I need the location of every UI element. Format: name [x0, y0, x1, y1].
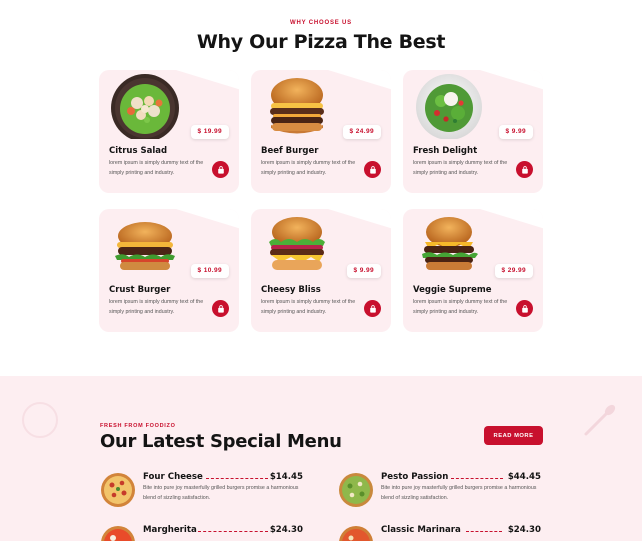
menu-item-pesto-passion[interactable]: Pesto Passion $44.45 Bite into pure joy …	[338, 472, 543, 512]
card-title[interactable]: Fresh Delight	[413, 146, 477, 156]
shopping-bag-icon	[369, 165, 376, 174]
menu-item-description: Bite into pure joy masterfully grilled b…	[143, 485, 299, 501]
menu-item-price: $24.30	[507, 525, 541, 535]
shopping-bag-icon	[217, 165, 224, 174]
menu-item-description: Bite into pure joy masterfully grilled b…	[381, 485, 537, 501]
menu-item-four-cheese[interactable]: Four Cheese $14.45 Bite into pure joy ma…	[100, 472, 305, 512]
dotted-leader	[206, 478, 268, 479]
shopping-bag-icon	[521, 165, 528, 174]
price-badge: $ 10.99	[190, 264, 229, 278]
menu-item-name: Four Cheese	[143, 472, 203, 482]
card-title[interactable]: Cheesy Bliss	[261, 285, 321, 295]
price-badge: $ 9.99	[346, 264, 381, 278]
product-card-citrus-salad[interactable]: $ 19.99 Citrus Salad lorem ipsum is simp…	[99, 70, 239, 193]
menu-item-price: $44.45	[507, 472, 541, 482]
card-description: lorem ipsum is simply dummy text of the …	[413, 160, 508, 176]
product-card-cheesy-bliss[interactable]: $ 9.99 Cheesy Bliss lorem ipsum is simpl…	[251, 209, 391, 332]
pizza-icon	[339, 473, 373, 507]
card-description: lorem ipsum is simply dummy text of the …	[109, 160, 204, 176]
eyebrow-fresh: FRESH FROM FOODIZO	[100, 423, 176, 429]
menu-item-name: Classic Marinara	[381, 525, 461, 535]
dotted-leader	[466, 531, 502, 532]
pizza-icon	[101, 526, 135, 541]
card-title[interactable]: Crust Burger	[109, 285, 170, 295]
eyebrow-why-choose: WHY CHOOSE US	[290, 20, 352, 26]
card-description: lorem ipsum is simply dummy text of the …	[109, 299, 204, 315]
burger-icon	[115, 222, 175, 270]
product-card-beef-burger[interactable]: $ 24.99 Beef Burger lorem ipsum is simpl…	[251, 70, 391, 193]
menu-item-classic-marinara[interactable]: Classic Marinara $24.30	[338, 525, 543, 541]
price-badge: $ 29.99	[494, 264, 533, 278]
add-to-cart-button[interactable]	[364, 161, 381, 178]
menu-item-name: Margherita	[143, 525, 197, 535]
menu-item-price: $24.30	[269, 525, 303, 535]
menu-item-price: $14.45	[269, 472, 303, 482]
add-to-cart-button[interactable]	[364, 300, 381, 317]
menu-item-margherita[interactable]: Margherita $24.30	[100, 525, 305, 541]
shopping-bag-icon	[521, 304, 528, 313]
section-title: Why Our Pizza The Best	[196, 31, 446, 53]
burger-icon	[269, 217, 325, 270]
card-description: lorem ipsum is simply dummy text of the …	[261, 160, 356, 176]
card-title[interactable]: Citrus Salad	[109, 146, 167, 156]
special-menu-title: Our Latest Special Menu	[100, 431, 342, 452]
price-badge: $ 19.99	[190, 125, 229, 139]
pizza-icon	[339, 526, 373, 541]
dotted-leader	[198, 531, 268, 532]
product-card-veggie-supreme[interactable]: $ 29.99 Veggie Supreme lorem ipsum is si…	[403, 209, 543, 332]
add-to-cart-button[interactable]	[516, 300, 533, 317]
product-card-fresh-delight[interactable]: $ 9.99 Fresh Delight lorem ipsum is simp…	[403, 70, 543, 193]
card-description: lorem ipsum is simply dummy text of the …	[413, 299, 508, 315]
dotted-leader	[451, 478, 503, 479]
shopping-bag-icon	[217, 304, 224, 313]
add-to-cart-button[interactable]	[212, 300, 229, 317]
decorative-plate-icon	[22, 402, 58, 438]
menu-item-name: Pesto Passion	[381, 472, 449, 482]
burger-icon	[270, 78, 324, 134]
salad-plate-icon	[416, 74, 482, 139]
price-badge: $ 24.99	[342, 125, 381, 139]
shopping-bag-icon	[369, 304, 376, 313]
special-menu-section: FRESH FROM FOODIZO Our Latest Special Me…	[0, 376, 642, 541]
add-to-cart-button[interactable]	[516, 161, 533, 178]
burger-icon	[422, 217, 478, 270]
read-more-button[interactable]: READ MORE	[484, 426, 543, 445]
salad-bowl-icon	[111, 74, 179, 139]
card-title[interactable]: Veggie Supreme	[413, 285, 492, 295]
card-description: lorem ipsum is simply dummy text of the …	[261, 299, 356, 315]
add-to-cart-button[interactable]	[212, 161, 229, 178]
price-badge: $ 9.99	[498, 125, 533, 139]
decorative-spoon-icon	[584, 404, 616, 436]
pizza-icon	[101, 473, 135, 507]
card-title[interactable]: Beef Burger	[261, 146, 318, 156]
product-card-crust-burger[interactable]: $ 10.99 Crust Burger lorem ipsum is simp…	[99, 209, 239, 332]
